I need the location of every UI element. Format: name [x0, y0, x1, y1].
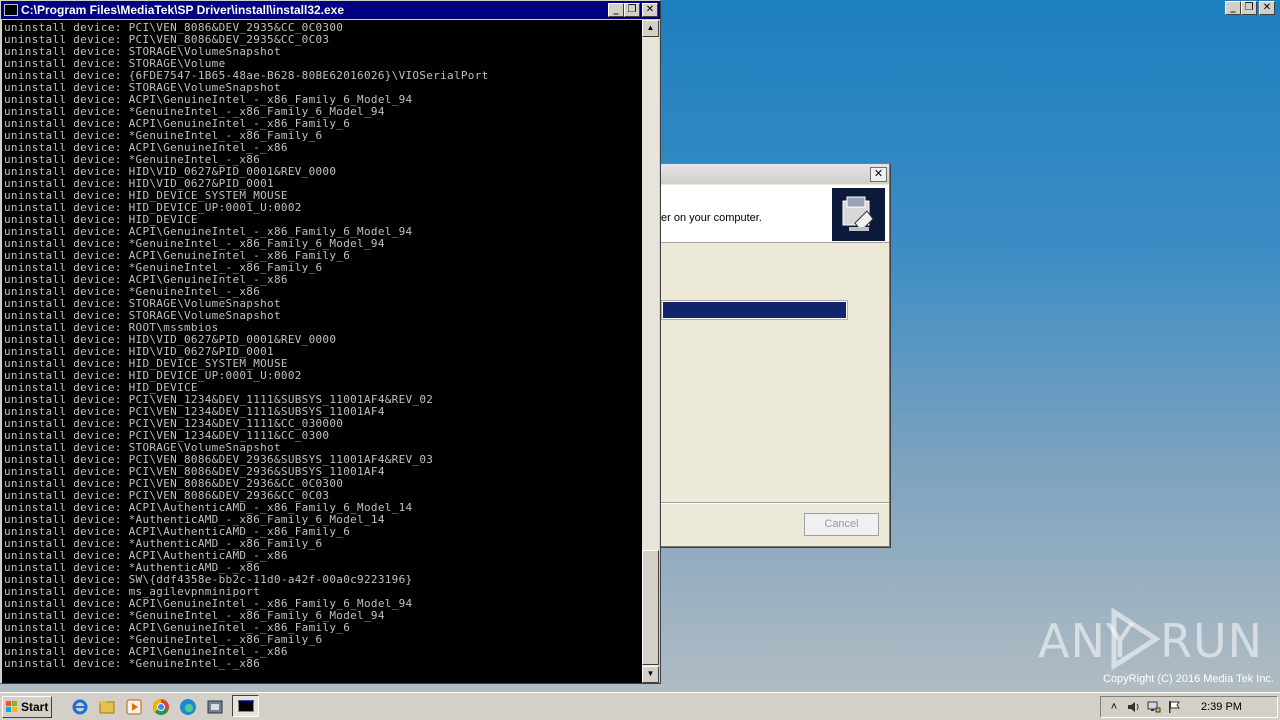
network-icon[interactable]: [1147, 700, 1161, 714]
ie-icon[interactable]: [70, 697, 89, 716]
anyrun-watermark: ANY RUN: [1038, 608, 1262, 674]
windows-logo-icon: [6, 701, 18, 713]
console-line: uninstall device: *GenuineIntel_-_x86: [4, 657, 261, 670]
console-minimize-button[interactable]: _: [608, 3, 624, 17]
console-close-button[interactable]: ✕: [642, 3, 658, 17]
progress-fill: [663, 302, 846, 318]
bg-close-button[interactable]: ✕: [1259, 1, 1275, 15]
console-output[interactable]: uninstall device: PCI\VEN_8086&DEV_2935&…: [2, 20, 642, 683]
dialog-titlebar[interactable]: [641, 164, 889, 184]
console-task-button[interactable]: [232, 695, 259, 717]
scroll-down-arrow-icon[interactable]: ▼: [642, 666, 659, 683]
dialog-header: er on your computer.: [641, 185, 889, 243]
watermark-play-icon: [1111, 608, 1161, 670]
copyright-text: CopyRight (C) 2016 Media Tek Inc.: [1103, 673, 1274, 685]
watermark-run: RUN: [1160, 614, 1264, 668]
console-window: C:\Program Files\MediaTek\SP Driver\inst…: [0, 0, 661, 684]
system-tray: ˄ 2:39 PM: [1100, 696, 1278, 718]
scroll-up-arrow-icon[interactable]: ▲: [642, 20, 659, 37]
console-window-controls: _ ❐ ✕: [608, 3, 658, 17]
bg-restore-button[interactable]: ❐: [1241, 1, 1257, 15]
volume-icon[interactable]: [1127, 700, 1141, 714]
console-lines: uninstall device: PCI\VEN_8086&DEV_2935&…: [2, 20, 642, 670]
edge-icon[interactable]: [178, 697, 197, 716]
bg-minimize-button[interactable]: _: [1225, 1, 1241, 15]
media-player-icon[interactable]: [124, 697, 143, 716]
console-restore-button[interactable]: ❐: [624, 3, 640, 17]
console-app-icon[interactable]: [4, 4, 18, 16]
start-label: Start: [21, 699, 49, 714]
folder-icon[interactable]: [97, 697, 116, 716]
quick-launch: [70, 695, 259, 717]
cancel-button[interactable]: Cancel: [804, 513, 879, 536]
console-titlebar[interactable]: C:\Program Files\MediaTek\SP Driver\inst…: [1, 1, 660, 19]
show-hidden-icon[interactable]: ˄: [1107, 700, 1121, 714]
start-button[interactable]: Start: [2, 696, 52, 718]
installer-dialog: ✕ er on your computer. Cancel: [640, 163, 890, 547]
action-center-flag-icon[interactable]: [1167, 700, 1181, 714]
scroll-thumb[interactable]: [642, 550, 659, 665]
dialog-close-button[interactable]: ✕: [870, 167, 887, 182]
installer-icon[interactable]: [205, 697, 224, 716]
dialog-separator: [641, 502, 889, 504]
clock[interactable]: 2:39 PM: [1201, 701, 1242, 713]
console-title: C:\Program Files\MediaTek\SP Driver\inst…: [21, 3, 345, 17]
dialog-header-message: er on your computer.: [661, 212, 762, 224]
taskbar: Start ˄ 2:39 PM: [0, 692, 1280, 720]
console-scrollbar[interactable]: ▲ ▼: [642, 20, 659, 683]
chrome-icon[interactable]: [151, 697, 170, 716]
installer-logo-icon: [832, 188, 885, 241]
background-window-controls: _ ❐ ✕: [1225, 1, 1275, 15]
install-progress-bar: [661, 300, 848, 320]
